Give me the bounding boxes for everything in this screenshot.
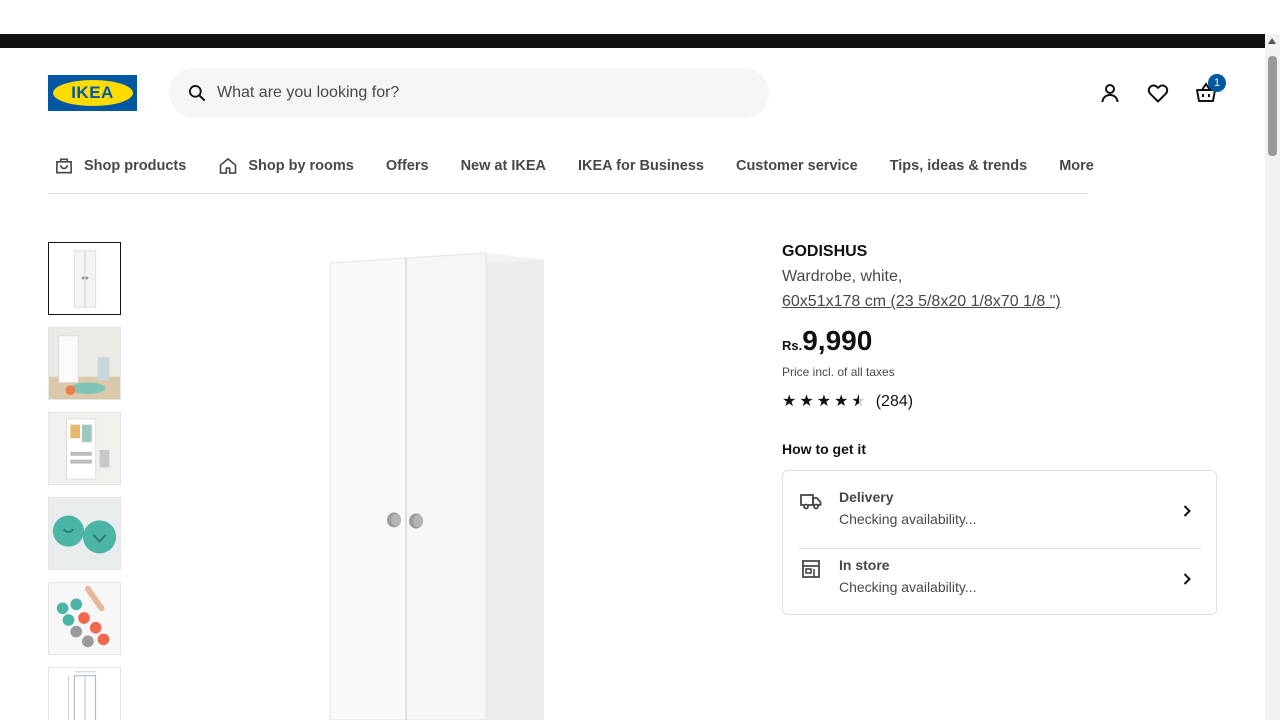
product-description: Wardrobe, white, — [782, 268, 903, 285]
chevron-right-icon — [1183, 505, 1191, 517]
thumbnail-6[interactable] — [48, 667, 121, 720]
nav-label: Tips, ideas & trends — [889, 158, 1028, 174]
product-dimensions-link[interactable]: 60x51x178 cm (23 5/8x20 1/8x70 1/8 ") — [782, 293, 1222, 311]
product-info: GODISHUS Wardrobe, white, 60x51x178 cm (… — [782, 243, 1222, 457]
heart-icon[interactable] — [1146, 81, 1170, 105]
knobs-thumbnail-image — [49, 498, 120, 569]
room-scene-thumbnail-image — [49, 328, 120, 399]
dimension-drawing-thumbnail-image — [49, 668, 120, 720]
rating-stars: ★ ★ ★ ★ ★ — [782, 393, 866, 411]
house-icon — [219, 158, 237, 174]
rating-count: (284) — [875, 393, 914, 410]
nav-new-at-ikea[interactable]: New at IKEA — [461, 140, 546, 192]
thumbnail-3[interactable] — [48, 412, 121, 485]
in-store-title: In store — [839, 557, 890, 573]
stickers-thumbnail-image — [49, 583, 120, 654]
nav-label: Customer service — [735, 158, 858, 174]
thumbnail-1[interactable] — [48, 242, 121, 315]
search-icon — [189, 85, 206, 102]
price-currency: Rs. — [782, 338, 803, 353]
product-thumbnails — [48, 242, 121, 720]
nav-label: Shop by rooms — [248, 158, 354, 174]
nav-shop-by-rooms[interactable]: Shop by rooms — [218, 140, 354, 192]
thumbnail-5[interactable] — [48, 582, 121, 655]
open-wardrobe-thumbnail-image — [49, 413, 120, 484]
delivery-option[interactable]: Delivery Checking availability... — [799, 481, 1201, 549]
ikea-logo[interactable]: IKEA — [48, 75, 137, 111]
chevron-right-icon — [1183, 573, 1191, 585]
store-icon — [802, 560, 820, 578]
user-icon[interactable] — [1098, 81, 1122, 105]
truck-icon — [800, 494, 822, 510]
product-name: GODISHUS — [782, 243, 868, 260]
in-store-status: Checking availability... — [839, 579, 977, 595]
main-navigation: Shop products Shop by rooms Offers New a… — [48, 140, 1094, 194]
star-icon: ★ — [782, 393, 797, 410]
search-input[interactable] — [217, 84, 717, 102]
tax-note: Price incl. of all taxes — [782, 365, 895, 379]
main-product-image[interactable] — [300, 236, 580, 720]
search-bar[interactable] — [169, 68, 769, 118]
nav-shop-products[interactable]: Shop products — [54, 140, 186, 192]
product-rating[interactable]: ★ ★ ★ ★ ★ (284) — [782, 393, 1222, 411]
how-to-get-it-heading: How to get it — [782, 441, 866, 457]
delivery-status: Checking availability... — [839, 511, 977, 527]
nav-label: IKEA for Business — [578, 158, 704, 174]
star-icon: ★ — [816, 393, 832, 410]
star-icon: ★ — [834, 393, 849, 410]
nav-customer-service[interactable]: Customer service — [736, 140, 858, 192]
nav-ikea-for-business[interactable]: IKEA for Business — [578, 140, 704, 192]
availability-box: Delivery Checking availability... In sto… — [782, 470, 1217, 615]
shopping-bag-icon — [56, 158, 72, 174]
wardrobe-thumbnail-image — [49, 243, 120, 314]
price-amount: 9,990 — [802, 325, 873, 356]
top-announcement-bar — [0, 34, 1265, 48]
logo-text: IKEA — [71, 83, 114, 102]
page-scrollbar[interactable] — [1265, 34, 1280, 720]
product-price: Rs. 9,990 — [782, 325, 1222, 357]
nav-tips-ideas-trends[interactable]: Tips, ideas & trends — [890, 140, 1028, 192]
thumbnail-4[interactable] — [48, 497, 121, 570]
nav-label: Shop products — [84, 158, 187, 174]
nav-label: Offers — [385, 158, 429, 174]
nav-label: New at IKEA — [460, 158, 546, 174]
nav-offers[interactable]: Offers — [386, 140, 429, 192]
scroll-thumb[interactable] — [1268, 56, 1277, 156]
nav-more[interactable]: More — [1059, 140, 1094, 192]
delivery-title: Delivery — [839, 489, 894, 505]
in-store-option[interactable]: In store Checking availability... — [799, 549, 1201, 617]
nav-label: More — [1059, 158, 1094, 174]
half-star-icon: ★ — [851, 394, 865, 411]
star-icon: ★ — [799, 393, 814, 410]
cart-count-badge: 1 — [1208, 74, 1226, 92]
thumbnail-2[interactable] — [48, 327, 121, 400]
scroll-up-arrow-icon[interactable] — [1268, 38, 1276, 44]
